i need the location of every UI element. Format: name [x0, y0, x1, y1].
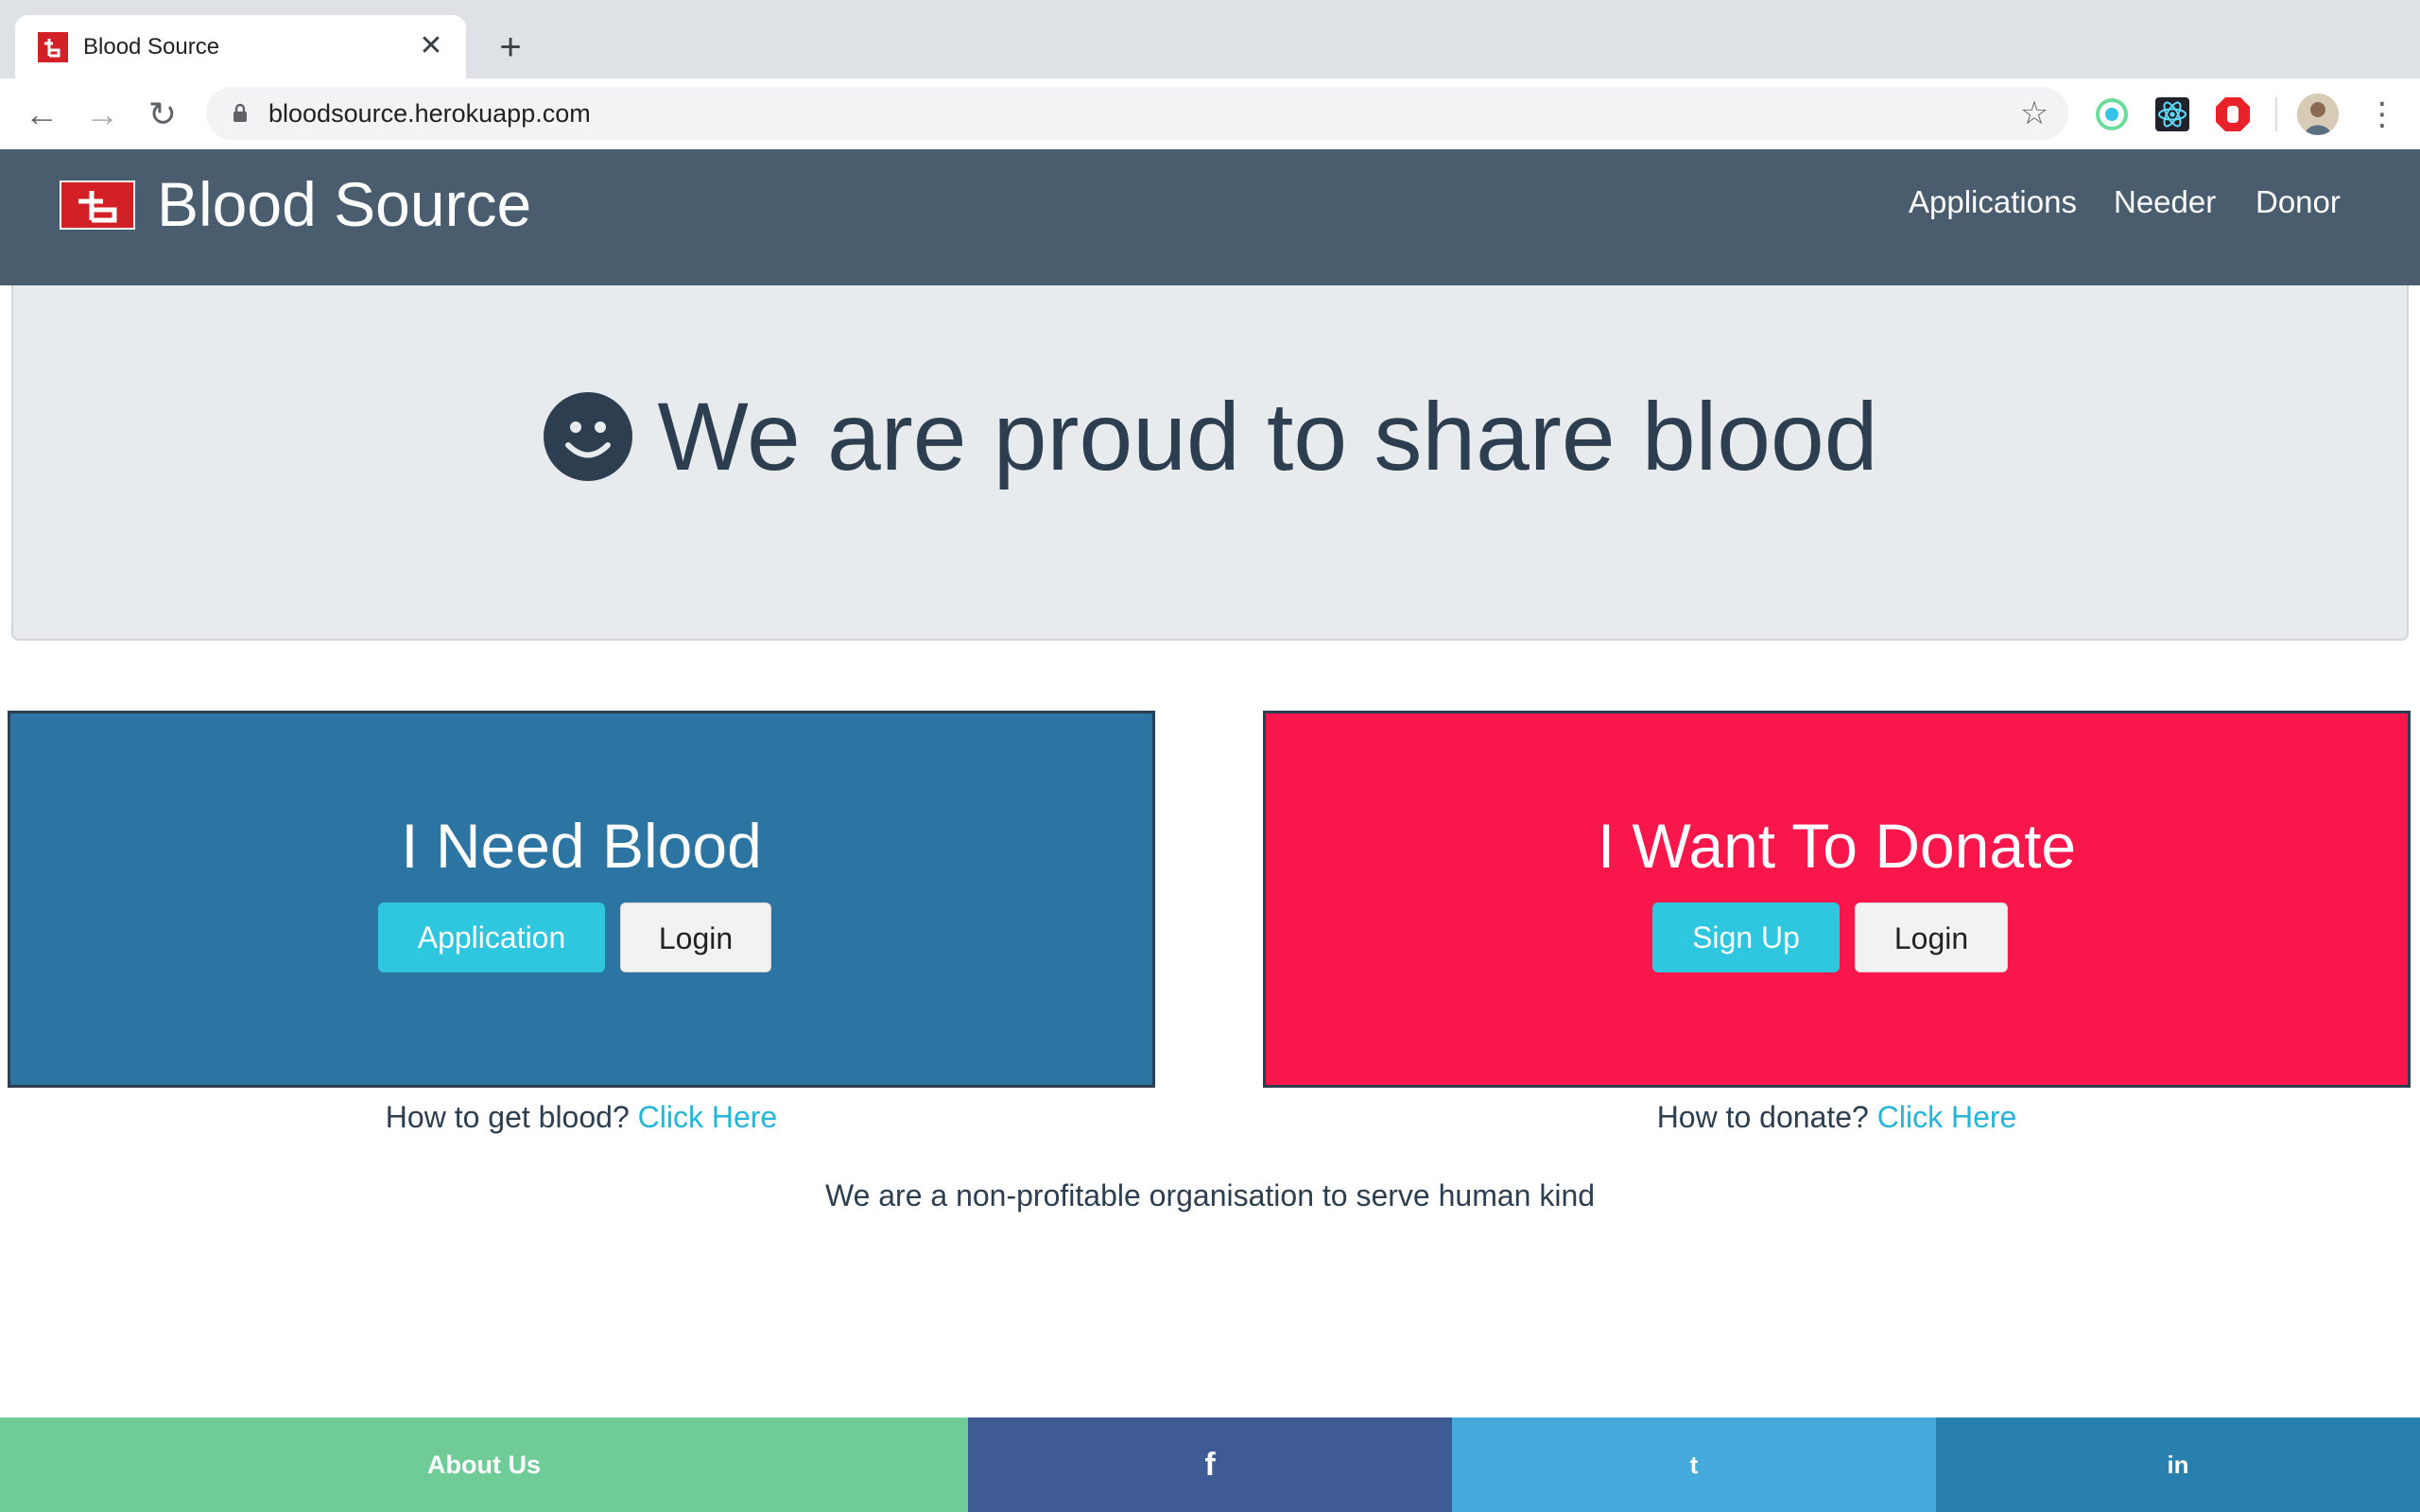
- smiley-icon: [543, 392, 632, 481]
- linkedin-icon[interactable]: in: [1936, 1418, 2420, 1512]
- about-us-link[interactable]: About Us: [0, 1418, 968, 1512]
- get-blood-click-here-link[interactable]: Click Here: [638, 1100, 778, 1134]
- get-blood-help-text: How to get blood?: [385, 1100, 630, 1134]
- browser-tab[interactable]: Blood Source ✕: [15, 15, 466, 78]
- tab-title: Blood Source: [83, 34, 220, 60]
- donate-title: I Want To Donate: [1597, 811, 2077, 881]
- profile-person-icon: [2297, 94, 2339, 135]
- back-arrow-icon[interactable]: ←: [21, 94, 62, 135]
- bookmark-star-icon[interactable]: ☆: [2015, 94, 2053, 132]
- browser-tabstrip: Blood Source ✕ +: [0, 0, 2420, 78]
- sign-up-button[interactable]: Sign Up: [1652, 902, 1840, 972]
- get-blood-help: How to get blood? Click Here: [8, 1096, 1155, 1138]
- nav-link-applications[interactable]: Applications: [1909, 183, 2077, 221]
- lock-icon: [233, 103, 247, 122]
- close-tab-icon[interactable]: ✕: [413, 28, 449, 64]
- forward-arrow-icon[interactable]: →: [81, 94, 123, 135]
- site-footer: About Us f t in: [0, 1418, 2420, 1512]
- donate-help: How to donate? Click Here: [1263, 1096, 2411, 1138]
- need-blood-title: I Need Blood: [401, 811, 762, 881]
- twitter-icon[interactable]: t: [1452, 1418, 1936, 1512]
- browser-menu-icon[interactable]: ⋮: [2363, 94, 2401, 135]
- adblock-icon[interactable]: [2214, 95, 2252, 133]
- donate-click-here-link[interactable]: Click Here: [1877, 1100, 2017, 1134]
- blood-source-favicon-icon: [38, 32, 68, 62]
- reload-icon[interactable]: ↻: [142, 94, 183, 135]
- facebook-icon[interactable]: f: [968, 1418, 1452, 1512]
- profile-avatar[interactable]: [2297, 94, 2339, 135]
- hero-jumbotron: We are proud to share blood: [11, 285, 2409, 641]
- site-navbar: Blood Source Applications Needer Donor: [0, 149, 2420, 285]
- needer-login-button[interactable]: Login: [620, 902, 771, 972]
- brand-name[interactable]: Blood Source: [157, 166, 531, 242]
- brand-logo-icon[interactable]: [60, 180, 135, 230]
- application-button[interactable]: Application: [378, 902, 605, 972]
- toolbar-divider: [2275, 97, 2277, 131]
- new-tab-icon[interactable]: +: [490, 26, 531, 68]
- timer-extension-icon[interactable]: [2093, 95, 2131, 133]
- donor-login-button[interactable]: Login: [1855, 902, 2008, 972]
- url-text: bloodsource.herokuapp.com: [268, 99, 591, 128]
- react-devtools-icon[interactable]: [2153, 95, 2191, 133]
- nav-link-needer[interactable]: Needer: [2114, 183, 2216, 221]
- logo-mark-icon: [78, 191, 117, 223]
- hero-content: We are proud to share blood: [13, 380, 2407, 493]
- nav-link-donor[interactable]: Donor: [2256, 183, 2341, 221]
- need-blood-card: I Need Blood Application Login: [8, 711, 1155, 1088]
- address-bar[interactable]: bloodsource.herokuapp.com ☆: [206, 87, 2068, 140]
- mission-statement: We are a non-profitable organisation to …: [824, 1178, 1596, 1212]
- hero-headline: We are proud to share blood: [657, 383, 1878, 490]
- donate-help-text: How to donate?: [1656, 1100, 1869, 1134]
- browser-toolbar: ← → ↻ bloodsource.herokuapp.com ☆ ⋮: [0, 78, 2420, 150]
- donate-card: I Want To Donate Sign Up Login: [1263, 711, 2411, 1088]
